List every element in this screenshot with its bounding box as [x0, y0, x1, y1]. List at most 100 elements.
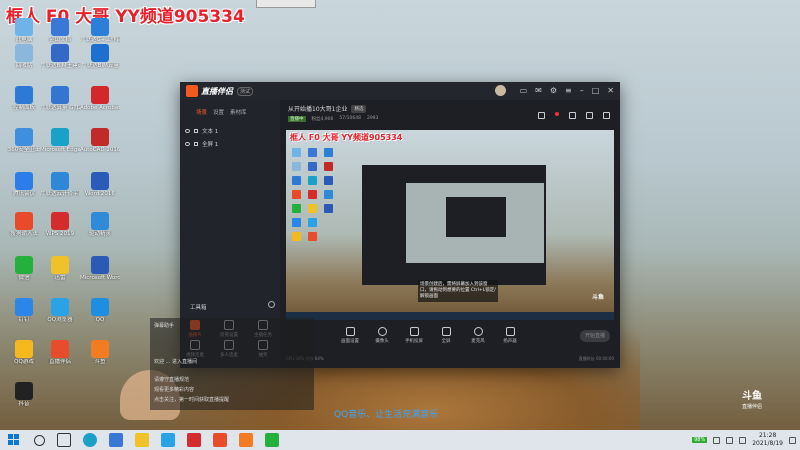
eye-icon[interactable]: [185, 142, 190, 146]
desktop-icon[interactable]: 抖音: [4, 382, 44, 408]
desktop-icon[interactable]: QQ: [80, 298, 120, 324]
top-edge-button[interactable]: [256, 0, 316, 8]
mail-icon[interactable]: [109, 433, 123, 447]
preview-tooltip: 场景创建后，需将屏幕加入到该窗口，请拖动到想要的位置 Ctrl+L锁定/解锁画面: [418, 280, 498, 302]
record-dot-icon: [555, 112, 559, 116]
desktop-icon-label: 腾讯会议: [12, 191, 35, 197]
room-tag[interactable]: 精选: [351, 104, 367, 113]
desktop-icon[interactable]: Adobe Acrobat DC: [80, 86, 120, 112]
camera-button[interactable]: 摄像头: [372, 327, 392, 344]
desktop-icon[interactable]: Word 2016: [80, 172, 120, 198]
volume-icon[interactable]: [726, 436, 734, 444]
window-titlebar: 直播伴侣 测试 ▭ ✉ ⚙ ≡ – □ ✕: [180, 82, 620, 100]
close-icon[interactable]: ✕: [607, 86, 614, 96]
desktop-icon[interactable]: 360安全卫士: [4, 128, 44, 154]
window-controls: ▭ ✉ ⚙ ≡ – □ ✕: [494, 85, 614, 96]
wps-icon[interactable]: [187, 433, 201, 447]
task-view-icon[interactable]: [57, 433, 71, 447]
network-icon[interactable]: [713, 436, 721, 444]
notification-icon[interactable]: [789, 436, 796, 444]
desktop-icon[interactable]: 此电脑: [4, 18, 44, 44]
app-icon: [91, 212, 109, 230]
live-companion-icon[interactable]: [213, 433, 227, 447]
desktop-icon[interactable]: 广联达BIM算量: [80, 44, 120, 70]
desktop-icon[interactable]: 金山文档: [40, 18, 80, 44]
desktop-icon[interactable]: QQ浏览器: [40, 298, 80, 324]
desktop-icon[interactable]: AutoCAD 2016: [80, 128, 120, 154]
start-live-button[interactable]: 开始直播: [580, 330, 610, 342]
live-duration: 直播时长 00:00:00: [578, 356, 614, 361]
toolbox-more-icon[interactable]: [268, 301, 275, 308]
fullscreen-icon[interactable]: [603, 112, 610, 119]
desktop-icon-label: 广联达BIM土建计量平台: [40, 63, 80, 69]
speaker-button[interactable]: 扬声器: [500, 327, 520, 344]
tab-materials[interactable]: 素材库: [230, 108, 247, 116]
preview-icon: [292, 162, 301, 171]
mail-icon[interactable]: ✉: [535, 86, 542, 96]
source-item[interactable]: 全屏 1: [180, 135, 280, 148]
douyu-icon[interactable]: [239, 433, 253, 447]
minimize-icon[interactable]: –: [580, 86, 584, 96]
desktop-icon[interactable]: 驱动精灵: [80, 212, 120, 238]
desktop-icon[interactable]: 腾讯会议: [4, 172, 44, 198]
lock-icon[interactable]: [194, 142, 198, 146]
preview-icon: [292, 190, 301, 199]
desktop-icon[interactable]: WPS 2019: [40, 212, 80, 238]
desktop-icon[interactable]: 广联达云计价平台: [40, 172, 80, 198]
desktop-icon[interactable]: 直播伴侣: [40, 340, 80, 366]
search-icon[interactable]: [34, 434, 45, 446]
desktop-icon[interactable]: 搜狗输入法: [4, 212, 44, 238]
tab-scene[interactable]: 场景: [196, 108, 207, 116]
desktop-icon[interactable]: 迅雷: [40, 256, 80, 282]
share-icon[interactable]: [569, 112, 576, 119]
douyu-watermark: 斗鱼 直播伴侣: [742, 392, 762, 412]
preview-icon: [292, 148, 301, 157]
desktop-icon[interactable]: QQ游戏: [4, 340, 44, 366]
wechat-icon[interactable]: [265, 433, 279, 447]
clock-date: 2021/8/19: [752, 440, 783, 447]
desktop-icon[interactable]: 回收站: [4, 44, 44, 70]
desktop-icon-label: 驱动精灵: [88, 231, 111, 237]
display-settings-button[interactable]: 画面设置: [340, 327, 360, 344]
start-button[interactable]: [8, 434, 20, 446]
avatar[interactable]: [494, 85, 506, 96]
eye-icon[interactable]: [185, 129, 190, 133]
source-label: 文本 1: [202, 129, 219, 135]
file-explorer-icon[interactable]: [135, 433, 149, 447]
message-icon[interactable]: ▭: [520, 86, 528, 96]
gift-icon[interactable]: [538, 112, 545, 119]
desktop-icon[interactable]: 广联达算量 GTJ2021: [40, 86, 80, 112]
microphone-button[interactable]: 麦克风: [468, 327, 488, 344]
desktop-icon[interactable]: Microsoft Word: [80, 256, 120, 282]
preview-icon: [324, 176, 333, 185]
preview-icon: [292, 176, 301, 185]
tab-settings[interactable]: 设置: [213, 108, 224, 116]
bell-icon[interactable]: [586, 112, 593, 119]
desktop-icon[interactable]: 控制面板: [4, 86, 44, 112]
settings-icon[interactable]: ⚙: [550, 86, 557, 96]
input-method-icon[interactable]: [739, 436, 747, 444]
desktop-icon[interactable]: 斗鱼: [80, 340, 120, 366]
desktop-icon[interactable]: 微信: [4, 256, 44, 282]
edge-icon[interactable]: [83, 433, 97, 447]
source-item[interactable]: 文本 1: [180, 122, 280, 135]
taskbar-clock[interactable]: 21:28 2021/8/19: [752, 432, 783, 448]
maximize-icon[interactable]: □: [592, 86, 600, 96]
preview-icon: [308, 204, 317, 213]
qq-browser-icon[interactable]: [161, 433, 175, 447]
desktop-icon[interactable]: 广联达G+工作台: [80, 18, 120, 44]
menu-icon[interactable]: ≡: [565, 86, 572, 96]
desktop-icon[interactable]: Microsoft Edge: [40, 128, 80, 154]
scene-tabs: 场景 设置 素材库: [180, 100, 280, 116]
preview-icon: [308, 176, 317, 185]
chat-line: 欢迎 ... 进入直播间: [154, 359, 197, 365]
lock-icon[interactable]: [194, 129, 198, 133]
desktop-icon-label: WPS 2019: [46, 231, 74, 237]
battery-indicator[interactable]: 98%: [692, 437, 708, 443]
desktop-icon[interactable]: 广联达BIM土建计量平台: [40, 44, 80, 70]
windows-taskbar: 98% 21:28 2021/8/19: [0, 430, 800, 450]
desktop-icon[interactable]: 钉钉: [4, 298, 44, 324]
stream-preview[interactable]: 框人 F0 大哥 YY频道905334 场景创建后，需将屏幕加入到该窗口，请拖动…: [286, 130, 614, 320]
fullscreen-button[interactable]: 全屏: [436, 327, 456, 344]
phone-cast-button[interactable]: 手机投屏: [404, 327, 424, 344]
